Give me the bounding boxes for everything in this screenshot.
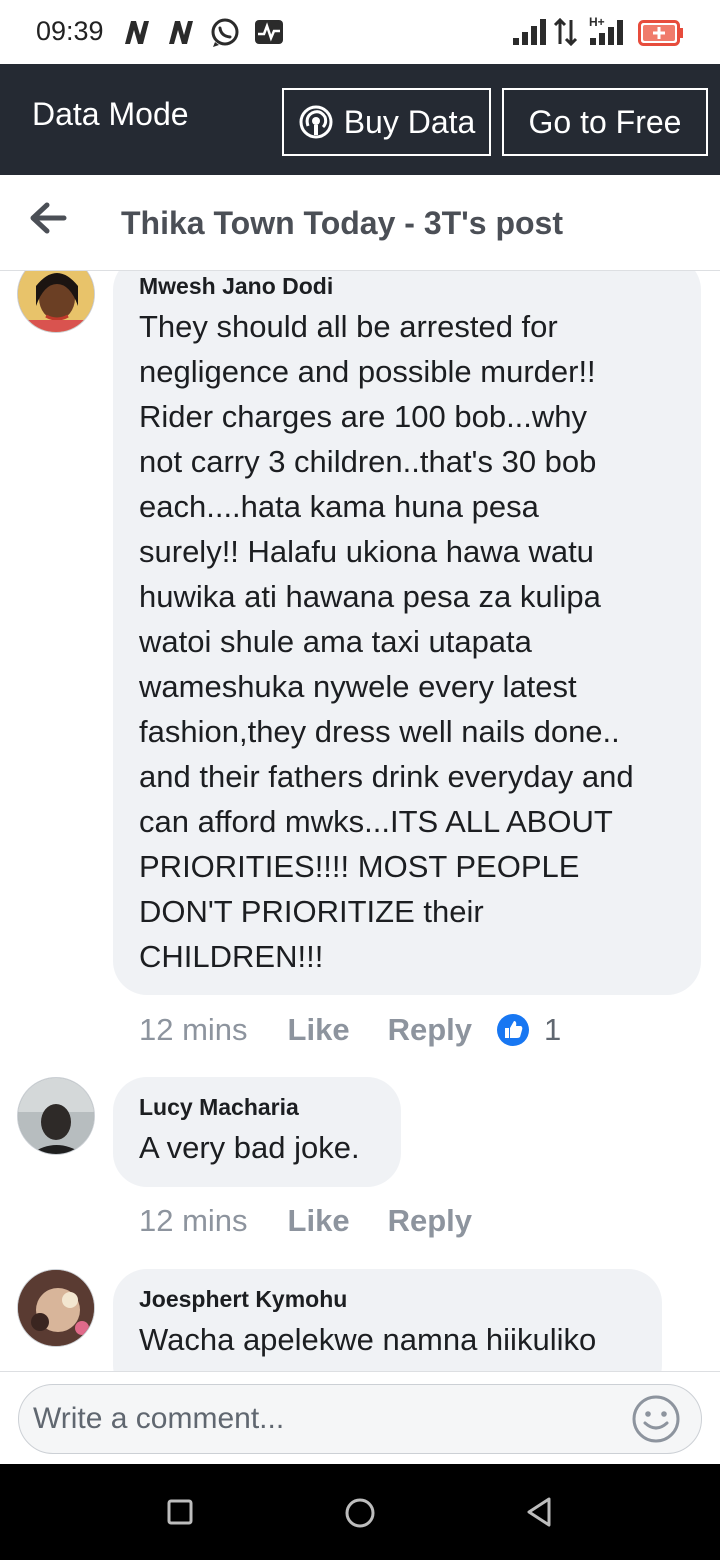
- status-time: 09:39: [36, 16, 104, 46]
- reply-button[interactable]: Reply: [388, 1012, 472, 1048]
- signal-icon: [513, 19, 546, 45]
- system-nav-bar: [0, 1464, 720, 1560]
- comment-author[interactable]: Joesphert Kymohu: [139, 1286, 638, 1313]
- comment-line: DON'T PRIORITIZE their: [139, 894, 484, 929]
- comment-line: Rider charges are 100 bob...why: [139, 399, 588, 434]
- comment-line: They should all be arrested for: [139, 309, 558, 344]
- comment-line: huwika ati hawana pesa za kulipa: [139, 579, 601, 614]
- comment-composer: [0, 1371, 720, 1464]
- avatar[interactable]: [17, 1077, 95, 1155]
- comment-line: wameshuka nywele every latest: [139, 669, 577, 704]
- n-icon: [169, 21, 193, 44]
- comment-line: surely!! Halafu ukiona hawa watu: [139, 534, 594, 569]
- post-header: Thika Town Today - 3T's post: [0, 175, 720, 271]
- comment-author[interactable]: Mwesh Jano Dodi: [139, 273, 677, 300]
- comment-time: 12 mins: [139, 1012, 248, 1047]
- comment-text: A very bad joke.: [139, 1125, 377, 1170]
- page-title: Thika Town Today - 3T's post: [121, 205, 563, 241]
- broadcast-icon: [299, 105, 333, 139]
- back-nav-icon[interactable]: [524, 1496, 556, 1528]
- like-button[interactable]: Like: [288, 1012, 350, 1048]
- buy-data-button[interactable]: Buy Data: [282, 88, 491, 156]
- comment-text: They should all be arrested for negligen…: [139, 304, 677, 979]
- n-icon: [125, 21, 149, 44]
- svg-text:H+: H+: [589, 15, 605, 29]
- comment-text: Wacha apelekwe namna hiikuliko: [139, 1317, 638, 1362]
- comment-line: negligence and possible murder!!: [139, 354, 596, 389]
- comment-author[interactable]: Lucy Macharia: [139, 1094, 377, 1121]
- status-bar: 09:39 H+: [0, 0, 720, 64]
- like-button[interactable]: Like: [288, 1203, 350, 1239]
- comment-line: not carry 3 children..that's 30 bob: [139, 444, 597, 479]
- comment-line: fashion,they dress well nails done..: [139, 714, 620, 749]
- comment-line: Wacha apelekwe namna hiikuliko: [139, 1322, 597, 1357]
- comment-bubble[interactable]: Mwesh Jano Dodi They should all be arres…: [113, 271, 701, 995]
- avatar[interactable]: [17, 1269, 95, 1347]
- activity-icon: [255, 20, 283, 44]
- comment-line: can afford mwks...ITS ALL ABOUT: [139, 804, 613, 839]
- reply-button[interactable]: Reply: [388, 1203, 472, 1239]
- whatsapp-icon: [211, 18, 239, 47]
- comment-meta: 12 mins Like Reply: [139, 1203, 472, 1239]
- data-mode-title: Data Mode: [32, 96, 189, 132]
- buy-data-label: Buy Data: [343, 103, 476, 140]
- comment-line: each....hata kama huna pesa: [139, 489, 539, 524]
- battery-icon: [638, 20, 683, 46]
- reaction-count[interactable]: 1: [544, 1012, 561, 1048]
- h-plus-signal-icon: H+: [589, 15, 623, 45]
- comment-line: watoi shule ama taxi utapata: [139, 624, 532, 659]
- recent-apps-icon[interactable]: [166, 1498, 194, 1526]
- home-icon[interactable]: [344, 1497, 376, 1529]
- comment-feed[interactable]: Mwesh Jano Dodi They should all be arres…: [0, 271, 720, 1371]
- comment-line: and their fathers drink everyday and: [139, 759, 634, 794]
- comment-input-box[interactable]: [18, 1384, 702, 1454]
- comment-line: CHILDREN!!!: [139, 939, 324, 974]
- emoji-icon[interactable]: [631, 1394, 681, 1444]
- go-to-free-button[interactable]: Go to Free: [502, 88, 708, 156]
- avatar[interactable]: [17, 271, 95, 333]
- back-arrow-icon[interactable]: [28, 197, 68, 237]
- data-mode-bar: Data Mode Buy Data Go to Free: [0, 64, 720, 175]
- comment-time: 12 mins: [139, 1203, 248, 1238]
- comment-bubble[interactable]: Lucy Macharia A very bad joke.: [113, 1077, 401, 1187]
- comment-line: PRIORITIES!!!! MOST PEOPLE: [139, 849, 580, 884]
- go-to-free-label: Go to Free: [528, 103, 682, 140]
- comment-line: A very bad joke.: [139, 1130, 360, 1165]
- data-transfer-icon: [553, 18, 578, 46]
- comment-bubble[interactable]: Joesphert Kymohu Wacha apelekwe namna hi…: [113, 1269, 662, 1371]
- comment-input[interactable]: [33, 1399, 613, 1439]
- like-reaction-icon[interactable]: [496, 1013, 530, 1047]
- comment-meta: 12 mins Like Reply 1: [139, 1012, 561, 1048]
